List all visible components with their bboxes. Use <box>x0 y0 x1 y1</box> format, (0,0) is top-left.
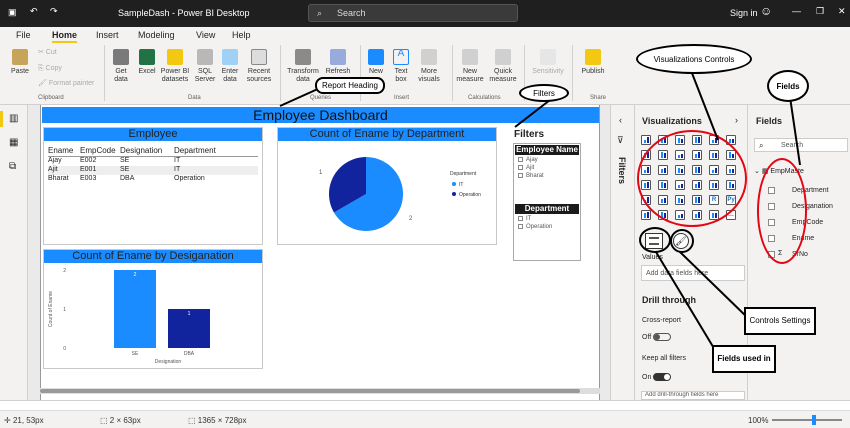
fields-used-in-callout: Fields used in <box>712 345 776 373</box>
viz-controls-callout: Visualizations Controls <box>636 44 752 74</box>
fields-callout: Fields <box>767 70 809 102</box>
filters-callout: Filters <box>519 84 569 102</box>
controls-settings-callout: Controls Settings <box>744 307 816 335</box>
report-heading-callout: Report Heading <box>315 77 385 94</box>
